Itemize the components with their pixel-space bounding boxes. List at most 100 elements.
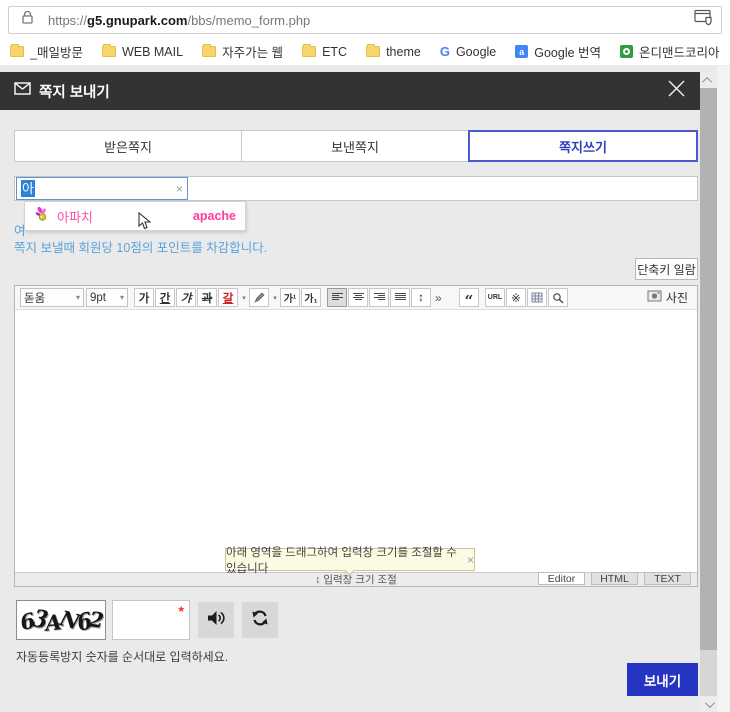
align-center-icon [353, 293, 364, 302]
align-right-button[interactable] [369, 288, 389, 307]
blockquote-button[interactable]: “ [459, 288, 479, 307]
page-gutter [717, 66, 730, 712]
bookmark-folder-item[interactable]: ETC [302, 45, 347, 59]
message-body-area[interactable] [15, 310, 697, 573]
special-char-button[interactable]: ※ [506, 288, 526, 307]
subscript-button[interactable]: 가₁ [301, 288, 321, 307]
align-left-button[interactable] [327, 288, 347, 307]
selected-input-text: 아 [21, 180, 35, 197]
lock-icon [21, 10, 34, 30]
shortcut-list-button[interactable]: 단축키 일람 [635, 258, 698, 280]
align-right-icon [374, 293, 385, 302]
scrollbar-thumb[interactable] [700, 88, 717, 650]
scroll-up-button[interactable] [700, 72, 717, 88]
send-button[interactable]: 보내기 [627, 663, 698, 696]
highlight-dropdown-icon[interactable]: ▾ [271, 294, 279, 302]
reading-view-icon[interactable] [694, 9, 713, 31]
memo-modal-header: 쪽지 보내기 [0, 72, 700, 110]
google-icon: G [440, 44, 450, 59]
autocomplete-dropdown[interactable]: 아파치 apache [24, 201, 246, 231]
bookmark-folder-item[interactable]: WEB MAIL [102, 45, 183, 59]
captcha-input[interactable]: * [112, 600, 190, 640]
tooltip-text: 아래 영역을 드래그하여 입력창 크기를 조절할 수 있습니다 [226, 544, 459, 576]
bookmark-google-translate[interactable]: aGoogle 번역 [515, 42, 601, 61]
autocomplete-member-id: apache [193, 209, 236, 223]
points-notice: 쪽지 보낼때 회원당 10점의 포인트를 차감합니다. [14, 237, 267, 256]
address-bar[interactable]: https://g5.gnupark.com/bbs/memo_form.php [8, 6, 722, 34]
clear-input-icon[interactable]: × [176, 183, 183, 195]
envelope-icon [14, 82, 31, 100]
italic-button[interactable]: 갸 [176, 288, 196, 307]
recipient-name-input[interactable]: 아 × [16, 177, 188, 200]
align-justify-button[interactable] [390, 288, 410, 307]
folder-icon [10, 46, 24, 57]
bookmarks-bar: _매일방문 WEB MAIL 자주가는 웹 ETC theme GGoogle … [0, 38, 730, 66]
google-translate-icon: a [515, 45, 528, 58]
bookmark-folder-item[interactable]: theme [366, 45, 421, 59]
captcha-code: 63AN62 [20, 608, 102, 633]
bold-button[interactable]: 가 [134, 288, 154, 307]
url-text[interactable]: https://g5.gnupark.com/bbs/memo_form.php [48, 13, 694, 28]
font-size-select[interactable]: 9pt▾ [86, 288, 128, 307]
member-fairy-icon [34, 206, 50, 227]
font-family-select[interactable]: 돋움▾ [20, 288, 84, 307]
memo-tabs: 받은쪽지 보낸쪽지 쪽지쓰기 [14, 130, 698, 162]
editor-toolbar: 돋움▾ 9pt▾ 가 간 갸 과 갈 ▾ ▾ 가¹ 가₁ ↕ » “ URL ※ [15, 286, 697, 310]
insert-url-button[interactable]: URL [485, 288, 505, 307]
message-editor: 돋움▾ 9pt▾ 가 간 갸 과 갈 ▾ ▾ 가¹ 가₁ ↕ » “ URL ※ [14, 285, 698, 587]
modal-title: 쪽지 보내기 [39, 81, 110, 102]
url-domain: g5.gnupark.com [87, 13, 187, 28]
scroll-down-button[interactable] [700, 696, 717, 712]
find-button[interactable] [548, 288, 568, 307]
ondemand-korea-icon [620, 45, 633, 58]
chevron-down-icon [705, 698, 715, 708]
folder-icon [302, 46, 316, 57]
insert-table-button[interactable] [527, 288, 547, 307]
insert-photo-button[interactable]: 사진 [647, 289, 692, 306]
speaker-icon [206, 609, 226, 632]
url-scheme: https:// [48, 13, 87, 28]
bookmark-google[interactable]: GGoogle [440, 44, 496, 59]
resize-tooltip: 아래 영역을 드래그하여 입력창 크기를 조절할 수 있습니다 × [225, 548, 475, 571]
captcha-help-text: 자동등록방지 숫자를 순서대로 입력하세요. [16, 648, 228, 665]
bookmark-ondemand-korea[interactable]: 온디맨드코리아 [620, 42, 720, 61]
editor-mode-tabs: Editor HTML TEXT [538, 572, 691, 585]
folder-icon [202, 46, 216, 57]
chevron-up-icon [702, 76, 712, 86]
captcha-refresh-button[interactable] [242, 602, 278, 638]
vertical-scrollbar[interactable] [700, 72, 717, 712]
mode-tab-editor[interactable]: Editor [538, 572, 585, 585]
superscript-button[interactable]: 가¹ [280, 288, 300, 307]
mode-tab-text[interactable]: TEXT [644, 572, 691, 585]
folder-icon [102, 46, 116, 57]
bookmark-folder-item[interactable]: _매일방문 [10, 42, 83, 61]
captcha-image: 63AN62 [16, 600, 106, 640]
chevron-down-icon: ▾ [76, 293, 80, 302]
line-height-button[interactable]: ↕ [411, 288, 431, 307]
tooltip-close-icon[interactable]: × [467, 553, 474, 567]
close-icon[interactable] [667, 79, 686, 103]
autocomplete-nickname: 아파치 [57, 207, 93, 226]
font-color-dropdown-icon[interactable]: ▾ [240, 294, 248, 302]
more-tools-button[interactable]: » [435, 291, 451, 305]
strikethrough-button[interactable]: 과 [197, 288, 217, 307]
chevron-down-icon: ▾ [120, 293, 124, 302]
tab-received-memo[interactable]: 받은쪽지 [14, 130, 242, 162]
align-left-icon [332, 293, 343, 302]
underline-button[interactable]: 간 [155, 288, 175, 307]
captcha-audio-button[interactable] [198, 602, 234, 638]
photo-icon [647, 290, 662, 305]
tab-sent-memo[interactable]: 보낸쪽지 [241, 130, 469, 162]
align-justify-icon [395, 293, 406, 302]
tab-write-memo[interactable]: 쪽지쓰기 [468, 130, 698, 162]
highlight-pen-button[interactable] [249, 288, 269, 307]
refresh-icon [251, 609, 269, 632]
url-path: /bbs/memo_form.php [187, 13, 310, 28]
align-center-button[interactable] [348, 288, 368, 307]
required-asterisk: * [179, 603, 184, 619]
font-color-button[interactable]: 갈 [218, 288, 238, 307]
mode-tab-html[interactable]: HTML [591, 572, 638, 585]
folder-icon [366, 46, 380, 57]
mouse-cursor [138, 212, 152, 235]
bookmark-folder-item[interactable]: 자주가는 웹 [202, 42, 283, 61]
